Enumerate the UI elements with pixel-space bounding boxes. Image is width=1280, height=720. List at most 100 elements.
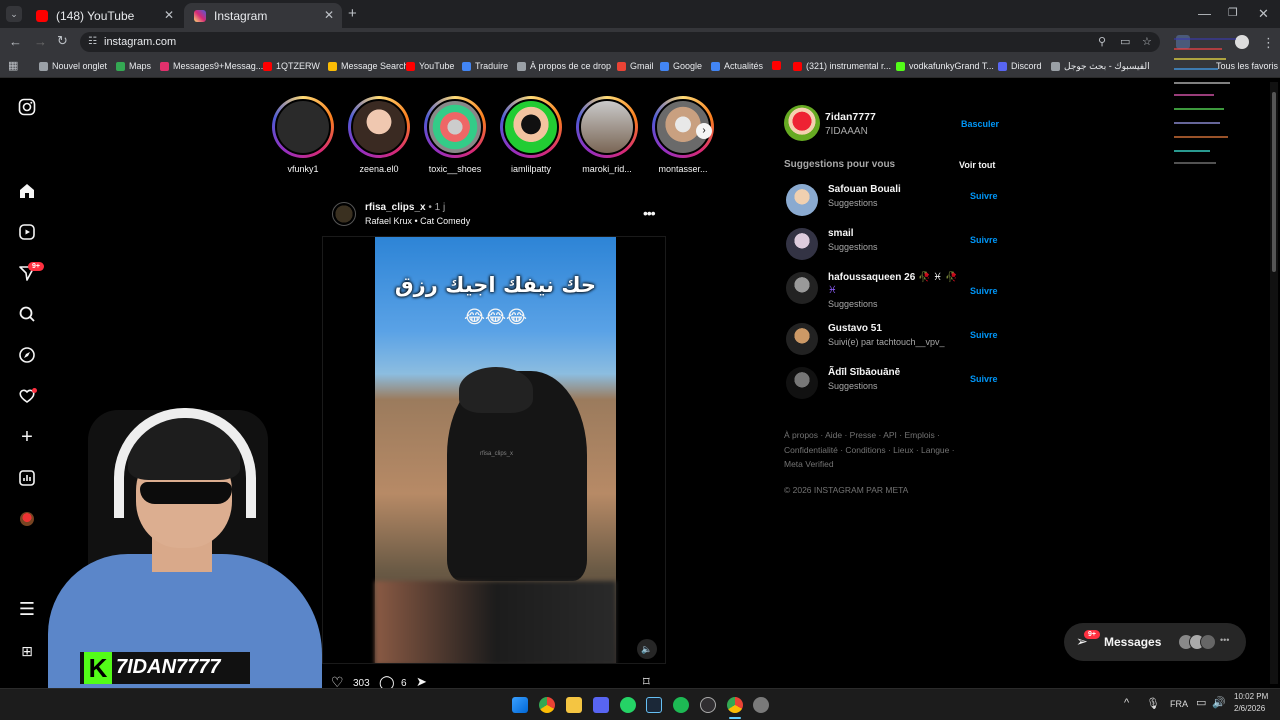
chrome-icon[interactable] [539,697,555,713]
suggestion-avatar[interactable] [786,367,818,399]
new-tab-button[interactable]: + [348,5,357,22]
scroll-thumb[interactable] [1272,92,1276,272]
follow-button[interactable]: Suivre [970,191,998,201]
bookmark-item[interactable] [772,61,785,70]
bookmark-item[interactable]: 1QTZERW [263,61,320,71]
volume-icon[interactable]: 🔊 [1212,696,1226,709]
menu-icon[interactable]: ☰ [16,598,38,620]
follow-button[interactable]: Suivre [970,235,998,245]
clock-time[interactable]: 10:02 PM [1234,692,1268,701]
clock-date[interactable]: 2/6/2026 [1234,704,1265,713]
mic-icon[interactable]: 🎙 [1146,697,1160,710]
suggestion-username[interactable]: Safouan Bouali [828,184,901,195]
follow-button[interactable]: Suivre [970,374,998,384]
install-icon[interactable]: ▭ [1120,32,1130,52]
tab-instagram[interactable]: Instagram ✕ [184,3,342,28]
steam-icon[interactable] [646,697,662,713]
suggestion-avatar[interactable] [786,272,818,304]
suggestion-avatar[interactable] [786,323,818,355]
suggestion-username[interactable]: smail [828,228,854,239]
story-item[interactable]: vfunky1 [270,96,336,174]
apps-grid-icon[interactable]: ▦ [8,59,18,72]
footer-line-2[interactable]: Confidentialité · Conditions · Lieux · L… [784,443,974,458]
suggestion-username[interactable]: hafoussaqueen 26 🥀 ♓ 🥀 [828,272,957,283]
zoom-icon[interactable]: ⚲ [1098,32,1106,52]
spotify-icon[interactable] [673,697,689,713]
maximize-icon[interactable]: ❐ [1228,6,1238,19]
tab-list-icon[interactable]: ⌄ [6,6,22,22]
suggestion-avatar[interactable] [786,184,818,216]
whatsapp-icon[interactable] [620,697,636,713]
close-window-icon[interactable]: ✕ [1258,6,1269,22]
back-icon[interactable]: ← [9,34,22,49]
obs-icon[interactable] [700,697,716,713]
settings-icon[interactable] [753,697,769,713]
reels-icon[interactable] [16,221,38,243]
explore-icon[interactable] [16,344,38,366]
footer-line-3[interactable]: Meta Verified [784,457,974,472]
close-tab-icon[interactable]: ✕ [164,8,174,22]
discord-icon[interactable] [593,697,609,713]
bookmark-item[interactable]: Actualités [711,61,763,71]
address-bar[interactable]: ☷ instagram.com ⚲ ▭ ☆ [80,32,1160,52]
mute-button[interactable]: 🔈 [637,639,657,659]
post-options-icon[interactable]: ••• [643,205,656,221]
story-item[interactable]: zeena.el0 [346,96,412,174]
stories-next-button[interactable]: › [696,123,712,139]
story-item[interactable]: maroki_rid... [574,96,640,174]
current-user-avatar[interactable] [784,105,820,141]
instagram-logo-icon[interactable] [16,96,38,118]
tray-chevron-icon[interactable]: ^ [1124,697,1129,709]
profile-avatar[interactable] [1235,35,1249,49]
site-info-icon[interactable]: ☷ [88,32,97,52]
page-scrollbar[interactable] [1270,82,1278,684]
bookmark-item[interactable]: Gmail [617,61,654,71]
home-icon[interactable] [16,180,38,202]
footer-line-1[interactable]: À propos · Aide · Presse · API · Emplois… [784,428,974,443]
create-icon[interactable]: + [16,426,38,448]
also-from-meta-icon[interactable]: ⊞ [16,640,38,662]
switch-account-link[interactable]: Basculer [961,119,999,129]
bookmark-item[interactable]: الفيسبوك - بحث جوجل [1051,61,1150,72]
follow-button[interactable]: Suivre [970,286,998,296]
start-icon[interactable] [512,697,528,713]
file-explorer-icon[interactable] [566,697,582,713]
bookmark-item[interactable]: À propos de ce drop [517,61,611,71]
messages-button[interactable]: ➢ 9+ Messages ••• [1064,623,1246,661]
current-user-username[interactable]: 7idan7777 [825,111,876,123]
suggestion-avatar[interactable] [786,228,818,260]
tab-youtube[interactable]: (148) YouTube ✕ [26,3,182,28]
see-all-link[interactable]: Voir tout [959,160,995,170]
post-audio[interactable]: Rafael Krux • Cat Comedy [365,216,470,226]
chrome-active-icon[interactable] [727,697,743,713]
bookmark-item[interactable]: Messages9+Messag... [160,61,263,71]
forward-icon[interactable]: → [34,34,47,49]
minimize-icon[interactable]: — [1198,6,1211,21]
bookmark-item[interactable]: Message Search [328,61,409,71]
search-icon[interactable] [16,303,38,325]
browser-menu-icon[interactable]: ⋮ [1262,35,1275,51]
insights-icon[interactable] [16,467,38,489]
language-indicator[interactable]: FRA [1170,699,1188,709]
post-media[interactable]: حك نيفك اجيك رزق 😂😂😂 rfisa_clips_x 🔈 [322,236,666,664]
close-tab-icon[interactable]: ✕ [324,8,334,22]
reload-icon[interactable]: ↻ [57,33,68,49]
suggestion-username[interactable]: Ãdīl Sībāouānē [828,367,900,378]
bookmark-item[interactable]: Discord [998,61,1042,71]
follow-button[interactable]: Suivre [970,330,998,340]
suggestion-username[interactable]: Gustavo 51 [828,323,882,334]
story-item[interactable]: toxic__shoes [422,96,488,174]
bookmark-item[interactable]: Google [660,61,702,71]
bookmark-item[interactable]: Maps [116,61,151,71]
story-item[interactable]: iamlilpatty [498,96,564,174]
post-username[interactable]: rfisa_clips_x • 1 j [365,202,445,213]
bookmark-item[interactable]: Nouvel onglet [39,61,107,71]
bookmark-item[interactable]: YouTube [406,61,454,71]
bookmark-item[interactable]: (321) instrumental r... [793,61,891,71]
bookmark-item[interactable]: Traduire [462,61,508,71]
network-icon[interactable]: ▭ [1196,696,1206,709]
post-author-avatar[interactable] [332,202,356,226]
star-icon[interactable]: ☆ [1142,32,1152,52]
profile-avatar-small[interactable] [16,508,38,530]
bookmark-item[interactable]: vodkafunkyGrand T... [896,61,994,71]
